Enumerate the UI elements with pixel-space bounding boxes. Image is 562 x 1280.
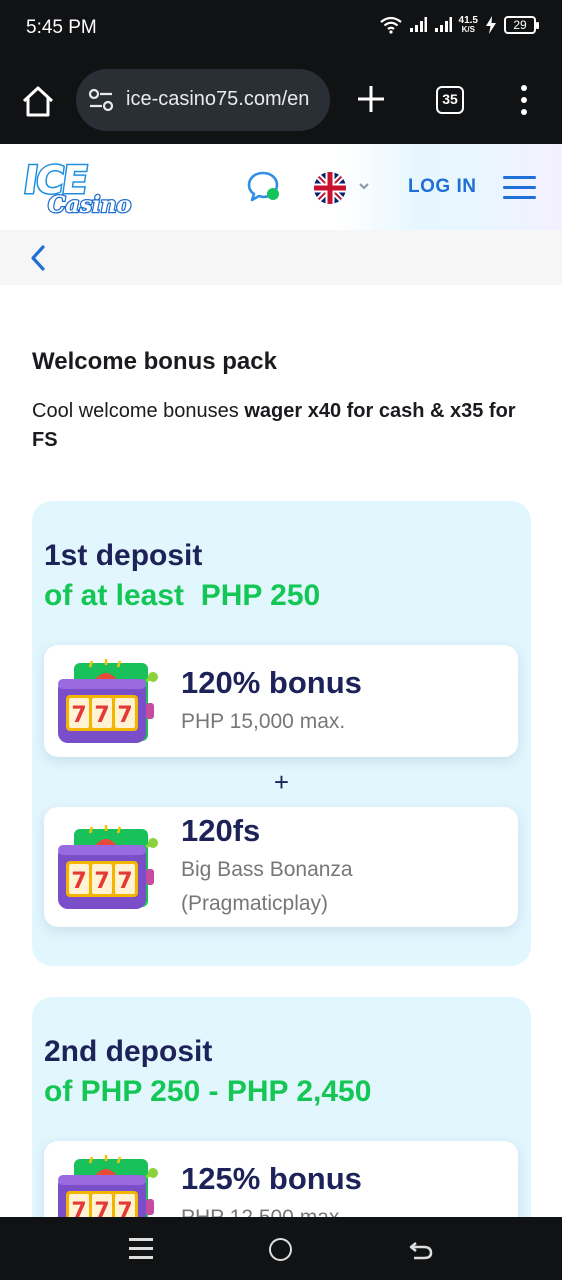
bonus-item: 7 7 7 120% bonus PHP 15,000 max. [44, 645, 518, 757]
uk-flag-icon[interactable] [314, 172, 346, 204]
site-header: ICE Casino LOG IN [0, 144, 562, 374]
status-bar: 5:45 PM 41.5 K/S 29 [0, 0, 562, 58]
more-menu-icon[interactable] [514, 82, 534, 118]
svg-text:7: 7 [94, 869, 109, 894]
bonus-item: 7 7 7 120fs Big Bass Bonanza (Pragmaticp… [44, 807, 518, 927]
status-icons: 41.5 K/S 29 [379, 15, 539, 35]
home-circle-icon[interactable] [269, 1238, 292, 1261]
address-bar[interactable]: ice-casino75.com/en [76, 69, 330, 131]
ice-casino-logo[interactable]: ICE Casino [19, 157, 132, 220]
tab-switcher-button[interactable]: 35 [436, 86, 464, 114]
new-tab-icon[interactable] [354, 82, 388, 116]
network-speed: 41.5 K/S [458, 15, 478, 35]
bonus-description: PHP 12,500 max. [181, 1201, 501, 1217]
bonus-description: Big Bass Bonanza (Pragmaticplay) [181, 858, 353, 915]
bonus-title: 120% bonus [181, 665, 362, 700]
home-icon[interactable] [18, 82, 58, 122]
back-chevron-icon[interactable] [28, 244, 48, 272]
site-settings-icon[interactable] [88, 88, 114, 112]
deposit-title: 2nd deposit [44, 1035, 213, 1068]
slot-machine-icon: 7 7 7 [58, 659, 158, 743]
svg-text:7: 7 [94, 703, 109, 728]
bonus-item: 7 7 7 125% bonus PHP 12,500 max. [44, 1141, 518, 1217]
deposit-title: 1st deposit [44, 539, 203, 572]
page-title: Welcome bonus pack [32, 348, 277, 375]
login-button[interactable]: LOG IN [408, 176, 476, 198]
svg-text:7: 7 [71, 703, 86, 728]
back-bar [0, 230, 562, 285]
deposit-card-1: 1st deposit of at least PHP 250 7 7 7 12… [32, 501, 531, 966]
network-speed-unit: K/S [461, 25, 475, 34]
url-text[interactable]: ice-casino75.com/en [126, 88, 309, 111]
svg-text:7: 7 [117, 703, 132, 728]
svg-text:7: 7 [94, 1199, 109, 1217]
battery-icon: 29 [504, 16, 539, 34]
svg-text:7: 7 [71, 869, 86, 894]
battery-level: 29 [513, 18, 527, 32]
browser-toolbar: ice-casino75.com/en 35 [0, 58, 562, 144]
signal-icon-2 [434, 17, 452, 32]
plus-separator: + [273, 767, 290, 797]
charging-icon [486, 16, 496, 34]
slot-machine-icon: 7 7 7 [58, 1155, 158, 1217]
signal-icon [409, 17, 427, 32]
logo-sub-text: Casino [47, 191, 133, 220]
status-time: 5:45 PM [26, 17, 97, 38]
chevron-down-icon[interactable] [359, 182, 369, 190]
deposit-subtitle: of PHP 250 - PHP 2,450 [44, 1075, 372, 1108]
deposit-subtitle: of at least PHP 250 [44, 579, 321, 612]
chat-icon[interactable] [246, 170, 282, 204]
bonus-description: PHP 15,000 max. [181, 710, 346, 733]
deposit-card-2: 2nd deposit of PHP 250 - PHP 2,450 7 7 7 [32, 997, 531, 1217]
recent-apps-icon[interactable] [129, 1238, 153, 1260]
page-description: Cool welcome bonuses wager x40 for cash … [32, 397, 532, 455]
back-arrow-icon[interactable] [408, 1237, 434, 1261]
bonus-title: 125% bonus [181, 1161, 362, 1196]
main-content: Welcome bonus pack Cool welcome bonuses … [0, 285, 562, 1217]
svg-text:7: 7 [117, 869, 132, 894]
bonus-title: 120fs [181, 813, 261, 848]
svg-text:7: 7 [71, 1199, 86, 1217]
svg-text:7: 7 [117, 1199, 132, 1217]
wifi-icon [379, 16, 402, 34]
description-text: Cool welcome bonuses [32, 400, 245, 422]
hamburger-menu-icon[interactable] [503, 176, 536, 199]
system-nav-bar [0, 1217, 562, 1280]
network-speed-value: 41.5 [458, 15, 478, 26]
slot-machine-icon: 7 7 7 [58, 825, 158, 909]
